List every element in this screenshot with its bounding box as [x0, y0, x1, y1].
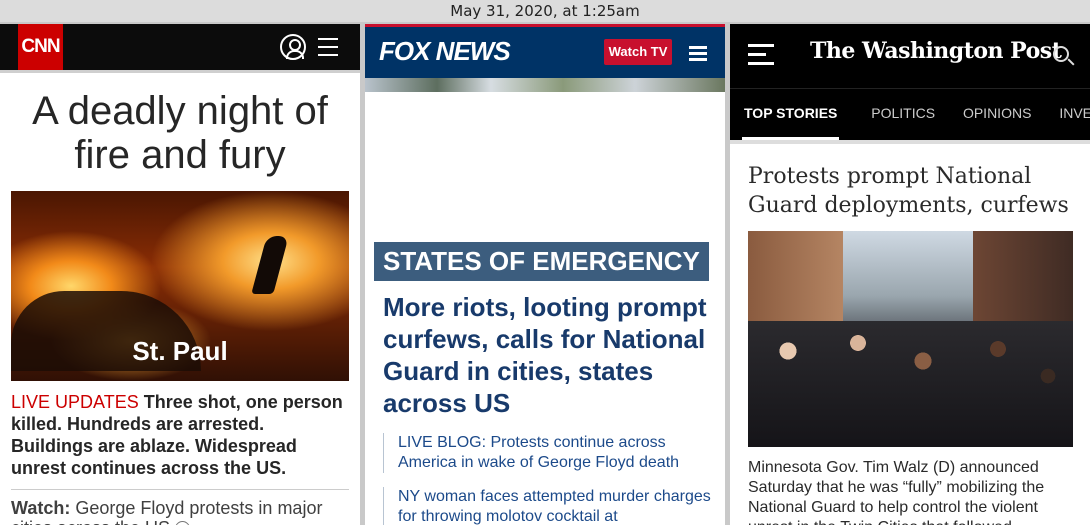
watch-tv-button[interactable]: Watch TV	[604, 39, 672, 65]
story-link[interactable]: LIVE BLOG: Protests continue across Amer…	[383, 433, 725, 473]
menu-icon[interactable]	[748, 44, 774, 71]
fox-headline[interactable]: More riots, looting prompt curfews, call…	[365, 281, 725, 419]
section-tag[interactable]: STATES OF EMERGENCY	[374, 242, 709, 281]
watch-label: Watch:	[11, 498, 71, 518]
fox-logo[interactable]: FOX NEWS	[379, 36, 511, 67]
live-updates-label[interactable]: LIVE UPDATES	[11, 392, 139, 412]
wapo-headline[interactable]: Protests prompt National Guard deploymen…	[730, 144, 1090, 220]
related-stories: LIVE BLOG: Protests continue across Amer…	[383, 433, 725, 525]
wapo-panel: The Washington Post TOP STORIES POLITICS…	[730, 24, 1090, 525]
cnn-headline[interactable]: A deadly night of fire and fury	[0, 73, 360, 187]
runner-silhouette	[251, 236, 289, 294]
search-icon[interactable]	[1053, 46, 1069, 62]
divider	[11, 489, 349, 490]
cnn-hero-photo[interactable]: St. Paul	[11, 191, 349, 381]
menu-icon[interactable]	[318, 38, 338, 56]
section-nav: TOP STORIES POLITICS OPINIONS INVESTIGA	[730, 88, 1090, 140]
fox-panel: FOX NEWS Watch TV STATES OF EMERGENCY Mo…	[365, 24, 725, 525]
story-link[interactable]: NY woman faces attempted murder charges …	[383, 487, 725, 525]
nav-opinions[interactable]: OPINIONS	[949, 89, 1031, 137]
photo-caption: St. Paul	[132, 336, 228, 366]
watch-link[interactable]: Watch: George Floyd protests in major ci…	[0, 498, 360, 525]
cnn-summary[interactable]: LIVE UPDATES Three shot, one person kill…	[0, 381, 360, 479]
cnn-header: CNN	[0, 24, 360, 70]
cnn-logo[interactable]: CNN	[18, 24, 63, 70]
nav-politics[interactable]: POLITICS	[857, 89, 935, 137]
wapo-hero-photo[interactable]	[748, 231, 1073, 447]
wapo-header: The Washington Post	[730, 24, 1090, 88]
play-icon[interactable]	[175, 521, 191, 525]
protest-crowd	[748, 321, 1073, 447]
fox-header: FOX NEWS Watch TV	[365, 24, 725, 78]
cnn-panel: CNN A deadly night of fire and fury St. …	[0, 24, 360, 525]
menu-icon[interactable]	[689, 46, 707, 64]
wapo-summary: Minnesota Gov. Tim Walz (D) announced Sa…	[748, 459, 1045, 525]
nav-top-stories[interactable]: TOP STORIES	[742, 89, 840, 140]
nav-investigations[interactable]: INVESTIGA	[1045, 89, 1090, 137]
screenshot-timestamp: May 31, 2020, at 1:25am	[0, 0, 1090, 22]
user-icon[interactable]	[280, 34, 306, 60]
hero-image-strip	[365, 78, 725, 92]
wapo-logo[interactable]: The Washington Post	[810, 38, 1062, 64]
